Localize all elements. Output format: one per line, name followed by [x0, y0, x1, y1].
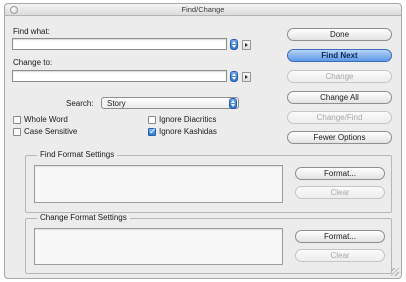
find-format-settings-box: [34, 165, 283, 203]
triangle-right-icon: [245, 43, 248, 47]
find-what-label: Find what:: [13, 27, 50, 36]
change-to-label: Change to:: [13, 58, 53, 67]
find-format-button[interactable]: Format...: [295, 167, 385, 180]
change-format-button[interactable]: Format...: [295, 230, 385, 243]
case-sensitive-label: Case Sensitive: [24, 127, 78, 136]
find-what-field[interactable]: [12, 38, 227, 50]
window-title: Find/Change: [181, 5, 225, 14]
find-format-settings-label: Find Format Settings: [37, 150, 118, 159]
search-scope-value: Story: [107, 99, 126, 108]
triangle-right-icon: [245, 75, 248, 79]
change-format-settings-label: Change Format Settings: [37, 213, 130, 222]
ignore-diacritics-checkbox[interactable]: [148, 116, 156, 124]
popup-arrows-icon: [229, 98, 237, 109]
search-scope-select[interactable]: Story: [101, 97, 239, 109]
case-sensitive-checkbox[interactable]: [13, 128, 21, 136]
change-format-clear-button[interactable]: Clear: [295, 249, 385, 262]
ignore-diacritics-label: Ignore Diacritics: [159, 115, 217, 124]
find-next-button[interactable]: Find Next: [287, 49, 392, 62]
change-to-field[interactable]: [12, 70, 227, 82]
find-special-characters-menu[interactable]: [242, 40, 251, 50]
change-special-characters-menu[interactable]: [242, 72, 251, 82]
title-bar: Find/Change: [5, 4, 401, 16]
change-button[interactable]: Change: [287, 70, 392, 83]
ignore-kashidas-checkbox[interactable]: [148, 126, 157, 137]
search-label: Search:: [66, 99, 94, 108]
change-find-button[interactable]: Change/Find: [287, 111, 392, 124]
done-button[interactable]: Done: [287, 28, 392, 41]
find-history-stepper-icon[interactable]: [230, 39, 238, 50]
fewer-options-button[interactable]: Fewer Options: [287, 131, 392, 144]
resize-grip-icon[interactable]: [391, 268, 399, 276]
change-history-stepper-icon[interactable]: [230, 71, 238, 82]
find-format-clear-button[interactable]: Clear: [295, 186, 385, 199]
whole-word-label: Whole Word: [24, 115, 68, 124]
change-all-button[interactable]: Change All: [287, 91, 392, 104]
find-change-window: Find/Change Find what: Change to: Search…: [4, 3, 402, 279]
ignore-kashidas-label: Ignore Kashidas: [159, 127, 217, 136]
change-format-settings-box: [34, 228, 283, 265]
whole-word-checkbox[interactable]: [13, 116, 21, 124]
